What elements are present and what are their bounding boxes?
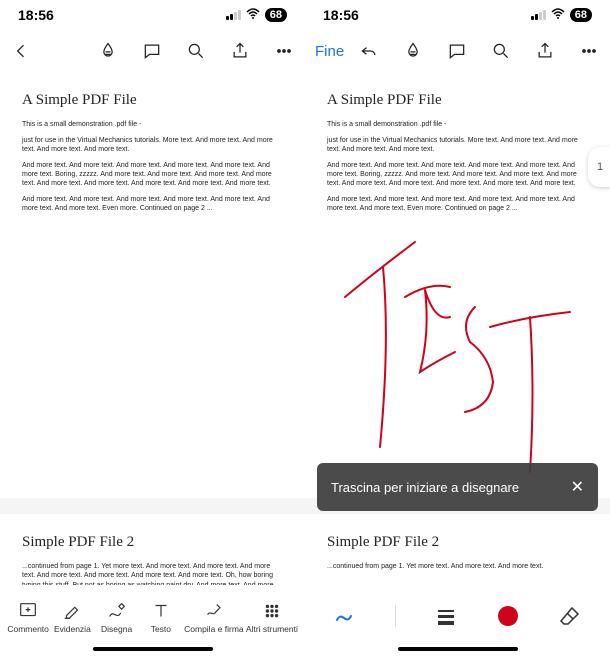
status-bar: 18:56 68 bbox=[0, 0, 305, 30]
body-text: ...continued from page 1. Yet more text.… bbox=[327, 562, 588, 571]
battery-badge: 68 bbox=[265, 8, 287, 22]
eraser-icon[interactable] bbox=[558, 604, 582, 628]
bottom-toolbar: Commento Evidenzia Disegna Testo Compila… bbox=[0, 585, 305, 647]
status-time: 18:56 bbox=[18, 7, 54, 23]
wifi-icon bbox=[551, 8, 565, 23]
liquid-mode-icon[interactable] bbox=[97, 40, 119, 62]
comment-icon[interactable] bbox=[446, 40, 468, 62]
done-button[interactable]: Fine bbox=[315, 43, 344, 60]
body-text: And more text. And more text. And more t… bbox=[327, 161, 588, 189]
toolbar-view bbox=[0, 30, 305, 72]
tool-label: Altri strumenti bbox=[246, 624, 298, 634]
pdf-page-2: Simple PDF File 2 ...continued from page… bbox=[305, 514, 610, 585]
pane-draw-mode: 18:56 68 Fine 1 A Simple PDF File This i… bbox=[305, 0, 610, 657]
share-icon[interactable] bbox=[229, 40, 251, 62]
cellular-icon bbox=[226, 10, 241, 20]
undo-icon[interactable] bbox=[358, 40, 380, 62]
comment-icon[interactable] bbox=[141, 40, 163, 62]
toast-message: Trascina per iniziare a disegnare bbox=[331, 480, 519, 495]
page-title: Simple PDF File 2 bbox=[22, 532, 283, 552]
search-icon[interactable] bbox=[490, 40, 512, 62]
tool-label: Disegna bbox=[101, 624, 132, 634]
status-indicators: 68 bbox=[226, 8, 287, 23]
stroke-width-icon[interactable] bbox=[434, 604, 458, 628]
tool-label: Compila e firma bbox=[184, 624, 244, 634]
body-text: just for use in the Virtual Mechanics tu… bbox=[22, 136, 283, 155]
more-icon[interactable] bbox=[273, 40, 295, 62]
battery-badge: 68 bbox=[570, 8, 592, 22]
body-text: And more text. And more text. And more t… bbox=[22, 195, 283, 214]
tool-more[interactable]: Altri strumenti bbox=[246, 600, 298, 634]
toolbar-draw: Fine bbox=[305, 30, 610, 72]
pen-tool[interactable] bbox=[333, 604, 357, 628]
tool-label: Testo bbox=[151, 624, 171, 634]
home-indicator[interactable] bbox=[398, 647, 518, 651]
more-icon[interactable] bbox=[578, 40, 600, 62]
pdf-page-1: A Simple PDF File This is a small demons… bbox=[305, 72, 610, 238]
tool-text[interactable]: Testo bbox=[140, 600, 182, 634]
document-area[interactable]: A Simple PDF File This is a small demons… bbox=[0, 72, 305, 585]
pane-view-mode: 18:56 68 A Simple PDF File This is a sma… bbox=[0, 0, 305, 657]
tool-fillsign[interactable]: Compila e firma bbox=[184, 600, 244, 634]
body-text: And more text. And more text. And more t… bbox=[327, 195, 588, 214]
cellular-icon bbox=[531, 10, 546, 20]
close-icon[interactable]: ✕ bbox=[571, 477, 584, 497]
body-text: ...continued from page 1. Yet more text.… bbox=[22, 562, 283, 585]
status-bar: 18:56 68 bbox=[305, 0, 610, 30]
page-title: Simple PDF File 2 bbox=[327, 532, 588, 552]
back-button[interactable] bbox=[10, 40, 32, 62]
tool-highlight[interactable]: Evidenzia bbox=[51, 600, 93, 634]
separator bbox=[395, 605, 396, 627]
page-indicator[interactable]: 1 bbox=[588, 147, 610, 187]
toast-hint: Trascina per iniziare a disegnare ✕ bbox=[317, 463, 598, 511]
body-text: just for use in the Virtual Mechanics tu… bbox=[327, 136, 588, 155]
tool-draw[interactable]: Disegna bbox=[96, 600, 138, 634]
share-icon[interactable] bbox=[534, 40, 556, 62]
home-indicator[interactable] bbox=[93, 647, 213, 651]
pdf-page-1: A Simple PDF File This is a small demons… bbox=[0, 72, 305, 238]
status-indicators: 68 bbox=[531, 8, 592, 23]
wifi-icon bbox=[246, 8, 260, 23]
document-area[interactable]: 1 A Simple PDF File This is a small demo… bbox=[305, 72, 610, 585]
page-title: A Simple PDF File bbox=[327, 90, 588, 110]
page-gap bbox=[0, 498, 305, 514]
status-time: 18:56 bbox=[323, 7, 359, 23]
body-text: And more text. And more text. And more t… bbox=[22, 161, 283, 189]
body-text: This is a small demonstration .pdf file … bbox=[327, 120, 588, 129]
pdf-page-2: Simple PDF File 2 ...continued from page… bbox=[0, 514, 305, 585]
draw-toolbar bbox=[305, 585, 610, 647]
tool-label: Commento bbox=[7, 624, 49, 634]
color-picker[interactable] bbox=[496, 604, 520, 628]
page-title: A Simple PDF File bbox=[22, 90, 283, 110]
search-icon[interactable] bbox=[185, 40, 207, 62]
tool-comment[interactable]: Commento bbox=[7, 600, 49, 634]
body-text: This is a small demonstration .pdf file … bbox=[22, 120, 283, 129]
liquid-mode-icon[interactable] bbox=[402, 40, 424, 62]
tool-label: Evidenzia bbox=[54, 624, 91, 634]
